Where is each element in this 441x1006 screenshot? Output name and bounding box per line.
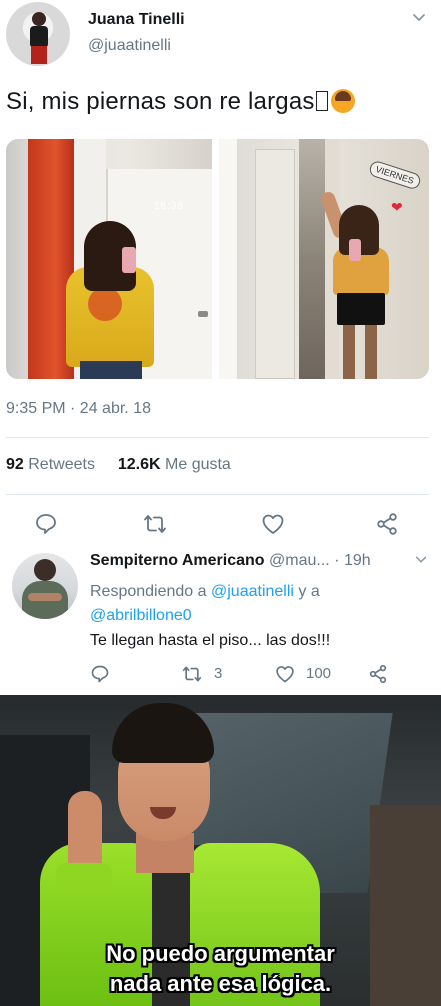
missing-glyph-icon [315,91,328,111]
shelf [299,139,325,379]
tweet-text: Si, mis piernas son re largas [6,88,355,116]
phone [122,247,136,273]
author-handle[interactable]: @juaatinelli [88,37,171,55]
door [255,149,295,379]
tweet-timestamp[interactable]: 9:35 PM · 24 abr. 18 [6,400,151,418]
meme-image: No puedo argumentar nada ante esa lógica… [0,695,441,1006]
like-icon[interactable] [275,664,295,684]
reply-icon[interactable] [90,664,110,684]
chevron-down-icon[interactable] [414,553,428,567]
replying-join: y a [298,583,320,600]
black-shorts [337,293,385,325]
divider [6,437,429,438]
tweet-stats: 92 Retweets 12.6K Me gusta [6,456,231,474]
sweater-print [88,287,122,321]
author-avatar[interactable] [6,2,70,66]
avatar-arms [28,593,62,601]
tweet-photo-left[interactable]: 18:38 [6,139,212,379]
retweet-icon[interactable] [182,664,202,684]
like-icon[interactable] [261,512,285,536]
leg-left [343,325,355,379]
meme-caption-line2: nada ante esa lógica. [109,971,332,996]
avatar-figure-head [32,12,46,26]
reply-text: Te llegan hasta el piso... las dos!!! [90,632,331,649]
phone [349,239,361,261]
author-name[interactable]: Juana Tinelli [88,11,185,29]
sticker-sign: VIERNES [367,159,422,191]
reply-author-name[interactable]: Sempiterno Americano [90,552,265,569]
avatar-figure-legs [31,46,47,64]
likes-count[interactable]: 12.6K [118,456,161,473]
share-icon[interactable] [368,664,388,684]
wall-clock-reading: 18:38 [154,201,185,212]
jeans [80,361,142,379]
retweets-label[interactable]: Retweets [28,456,95,473]
reply-author-handle[interactable]: @mau... [269,552,330,569]
replying-to: Respondiendo a @juaatinelli y a @abrilbi… [90,580,420,628]
avatar-head [34,559,56,581]
heart-sticker-icon: ❤ [391,199,403,215]
tweet-text-content: Si, mis piernas son re largas [6,88,315,115]
avatar-figure-body [30,26,48,48]
reply-author-avatar[interactable] [12,553,78,619]
leg-right [365,325,377,379]
door-handle [198,311,208,317]
replying-user-link[interactable]: @abrilbillone0 [90,607,192,624]
retweets-count[interactable]: 92 [6,456,24,473]
reply-like-count: 100 [306,665,332,682]
divider [6,494,429,495]
hair [112,703,214,763]
jacket-cuff [56,863,112,893]
reply-time[interactable]: · 19h [334,552,370,569]
reply-retweet-count: 3 [214,665,223,682]
chevron-down-icon[interactable] [411,10,427,26]
replying-user-link[interactable]: @juaatinelli [211,583,294,600]
share-icon[interactable] [375,512,399,536]
reply-icon[interactable] [34,512,58,536]
tweet-photo-right[interactable]: VIERNES ❤ [219,139,429,379]
raised-hand [68,791,102,871]
likes-label[interactable]: Me gusta [165,456,231,473]
wall [219,139,237,379]
replying-prefix: Respondiendo a [90,583,207,600]
retweet-icon[interactable] [143,512,167,536]
meme-caption-line1: No puedo argumentar [106,941,335,966]
reply-header: Sempiterno Americano @mau... · 19h [90,552,371,570]
person-emoji-icon [330,89,355,113]
